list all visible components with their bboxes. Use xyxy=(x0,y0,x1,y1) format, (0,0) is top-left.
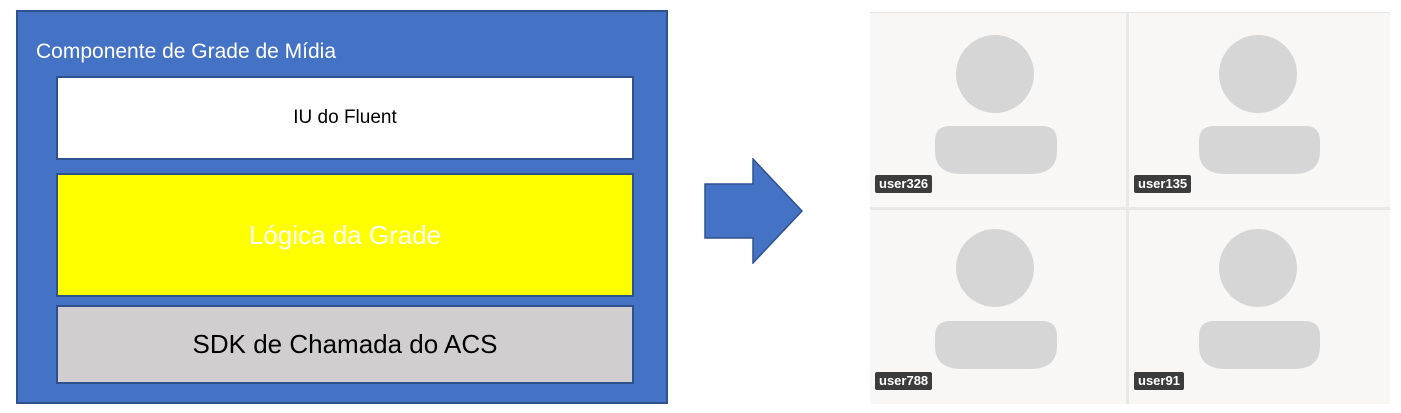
grid-logic-layer: Lógica da Grade xyxy=(56,173,634,297)
participant-name-badge: user91 xyxy=(1134,372,1184,390)
participant-tile[interactable]: user135 xyxy=(1129,13,1390,207)
component-title: Componente de Grade de Mídia xyxy=(36,40,337,63)
acs-calling-sdk-layer: SDK de Chamada do ACS xyxy=(56,305,634,384)
fluent-ui-layer: IU do Fluent xyxy=(56,76,634,160)
media-grid-preview: user326 user135 user788 user91 xyxy=(870,12,1390,404)
participant-tile[interactable]: user788 xyxy=(870,210,1126,404)
right-arrow-icon xyxy=(704,158,804,264)
media-grid-component-box: Componente de Grade de Mídia IU do Fluen… xyxy=(16,10,668,404)
participant-name-badge: user135 xyxy=(1134,175,1192,193)
acs-calling-sdk-label: SDK de Chamada do ACS xyxy=(192,329,498,359)
participant-tile[interactable]: user326 xyxy=(870,13,1126,207)
grid-logic-label: Lógica da Grade xyxy=(248,219,442,250)
participant-tile[interactable]: user91 xyxy=(1129,210,1390,404)
participant-name-badge: user788 xyxy=(875,372,933,390)
diagram-canvas: Componente de Grade de Mídia IU do Fluen… xyxy=(0,0,1401,413)
fluent-ui-label: IU do Fluent xyxy=(293,107,397,128)
participant-name-badge: user326 xyxy=(875,175,933,193)
